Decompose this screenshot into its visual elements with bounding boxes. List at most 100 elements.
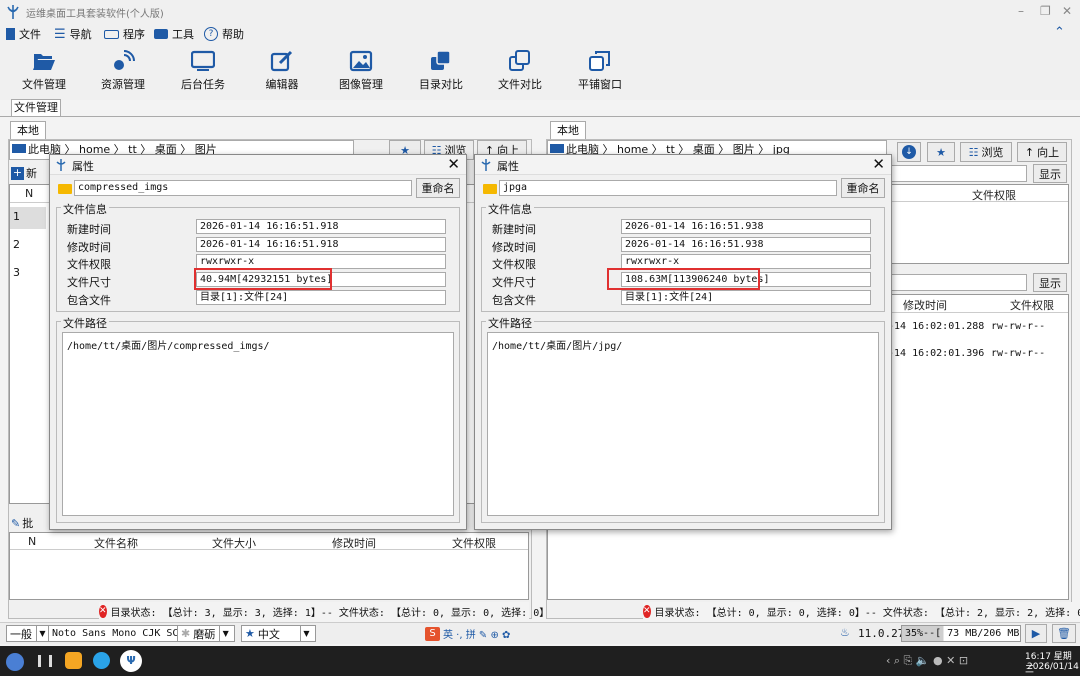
toolbar-file-compare[interactable]: 文件对比 (480, 50, 560, 92)
memory-meter: 35%--[ 73 MB/206 MB ] (901, 625, 1021, 642)
file-perm: rw-rw-r-- (991, 321, 1046, 332)
table-row[interactable]: 2 (10, 235, 46, 257)
list-icon: ☷ (968, 145, 979, 159)
right-show-button-2[interactable]: 显示 (1033, 273, 1067, 292)
right-download-button[interactable]: ↓ (897, 142, 921, 162)
left-file-list[interactable]: N 文件名称 文件大小 修改时间 文件权限 (9, 532, 529, 600)
right-up-button[interactable]: ↑ 向上 (1017, 142, 1067, 162)
right-tab-local[interactable]: 本地 (550, 121, 586, 139)
left-status-bar: ✕ 目录状态: 【总计: 3, 显示: 3, 选择: 1】-- 文件状态: 【总… (99, 602, 549, 620)
collapse-icon[interactable]: ⌃ (1054, 25, 1065, 40)
created-time-field: 2026-01-14 16:16:51.938 (621, 219, 871, 234)
highlight-box (607, 268, 760, 290)
pencil-icon: ✎ (11, 516, 21, 530)
file-info-group: 文件信息 新建时间 2026-01-14 16:16:51.918 修改时间 2… (56, 201, 460, 312)
right-filter-input-2[interactable] (887, 274, 1027, 291)
file-path-group: 文件路径 /home/tt/桌面/图片/jpg/ (481, 315, 885, 523)
col-mtime: 修改时间 (903, 299, 947, 312)
menu-tools[interactable]: 工具 (154, 26, 194, 42)
contains-field: 目录[1]:文件[24] (621, 290, 871, 305)
multitask-icon[interactable] (38, 655, 52, 667)
file-compare-icon (509, 50, 530, 71)
toolbar-resource-manager[interactable]: 资源管理 (83, 50, 163, 92)
app-taskbar-icon[interactable]: Ψ (120, 650, 142, 672)
download-icon: ↓ (902, 145, 916, 159)
toolbar-dir-compare[interactable]: 目录对比 (401, 50, 481, 92)
menu-file[interactable]: 文件 (6, 26, 41, 42)
file-info-group: 文件信息 新建时间 2026-01-14 16:16:51.938 修改时间 2… (481, 201, 885, 312)
toolbar-tile-windows[interactable]: 平铺窗口 (560, 50, 640, 92)
table-row[interactable]: 3 (10, 263, 46, 285)
ime-indicator[interactable]: S英 ·, 拼 ✎ ⊕ ✿ (425, 626, 510, 641)
trash-button[interactable]: 🗑 (1052, 624, 1076, 643)
name-field[interactable]: compressed_imgs (74, 180, 412, 196)
star-icon: ★ (245, 627, 255, 640)
image-icon (349, 50, 373, 72)
file-perm: rw-rw-r-- (991, 348, 1046, 359)
trash-icon: 🗑 (1057, 627, 1071, 640)
play-button[interactable]: ▶ (1025, 624, 1047, 643)
right-show-button[interactable]: 显示 (1033, 164, 1067, 183)
rename-button[interactable]: 重命名 (841, 178, 885, 198)
name-field[interactable]: jpga (499, 180, 837, 196)
table-row[interactable]: 1 (10, 207, 46, 229)
error-icon: ✕ (643, 604, 651, 618)
taskbar: Ψ ‹ ⌕ ⎘ 🔈 ● ✕ ⊡ 16:17 星期三 2026/01/14 (0, 646, 1080, 676)
created-time-field: 2026-01-14 16:16:51.918 (196, 219, 446, 234)
keyboard-icon (104, 29, 119, 39)
left-file-header: N 文件名称 文件大小 修改时间 文件权限 (10, 533, 528, 550)
col-perm: 文件权限 (452, 537, 496, 550)
menu-nav[interactable]: ☰ 导航 (54, 26, 92, 42)
version-label: 11.0.27 (858, 627, 905, 640)
mode-select[interactable]: 一般 ▼ (6, 625, 52, 642)
title-bar: 运维桌面工具套装软件(个人版) – ❐ ✕ (0, 0, 1080, 24)
font-select[interactable]: Noto Sans Mono CJK SC▼ (48, 625, 199, 642)
permission-field: rwxrwxr-x (621, 254, 871, 269)
permission-field: rwxrwxr-x (196, 254, 446, 269)
restore-icon[interactable]: ❐ (1040, 4, 1051, 18)
close-icon[interactable]: ✕ (872, 155, 885, 173)
right-browse-button[interactable]: ☷ 浏览 (960, 142, 1012, 162)
tile-windows-icon (589, 51, 610, 71)
satellite-icon (114, 50, 135, 70)
toolbar-background-tasks[interactable]: 后台任务 (163, 50, 243, 92)
menu-help[interactable]: ? 帮助 (204, 26, 244, 42)
file-mtime: -14 16:02:01.288 (888, 321, 985, 332)
col-perm: 文件权限 (972, 189, 1016, 202)
path-textarea[interactable]: /home/tt/桌面/图片/compressed_imgs/ (62, 332, 454, 516)
right-status-bar: ✕ 目录状态: 【总计: 0, 显示: 0, 选择: 0】-- 文件状态: 【总… (643, 602, 1080, 620)
toolbar-editor[interactable]: 编辑器 (242, 50, 322, 92)
rename-button[interactable]: 重命名 (416, 178, 460, 198)
right-bookmark-button[interactable]: ★ (927, 142, 955, 162)
close-icon[interactable]: ✕ (447, 155, 460, 173)
toolbar: 文件管理 资源管理 后台任务 编辑器 图像管理 目录对比 文件对比 平铺窗口 (0, 44, 1080, 100)
toolbar-image-manager[interactable]: 图像管理 (321, 50, 401, 92)
right-crumb-folder-icon (550, 144, 564, 153)
file-menu-icon (6, 28, 15, 40)
toolbar-file-manager[interactable]: 文件管理 (4, 50, 84, 92)
language-select[interactable]: ★ 中文 ▼ (241, 625, 316, 642)
right-filter-input[interactable] (887, 165, 1027, 182)
left-batch-button[interactable]: ✎ 批 (11, 514, 51, 532)
path-textarea[interactable]: /home/tt/桌面/图片/jpg/ (487, 332, 879, 516)
minimize-icon[interactable]: – (1018, 4, 1024, 18)
browser-taskbar-icon[interactable] (93, 652, 110, 669)
tab-file-manager[interactable]: 文件管理 (11, 99, 61, 116)
dropdown-arrow-icon: ▼ (219, 626, 231, 641)
left-tab-local[interactable]: 本地 (10, 121, 46, 139)
menu-program[interactable]: 程序 (104, 26, 145, 42)
properties-dialog-2: 属性 ✕ jpga 重命名 文件信息 新建时间 2026-01-14 16:16… (474, 154, 892, 530)
col-size: 文件大小 (212, 537, 256, 550)
dir-compare-icon (431, 50, 451, 70)
theme-select[interactable]: ✱ 磨砺 ▼ (177, 625, 236, 642)
file-manager-taskbar-icon[interactable] (65, 652, 82, 669)
left-new-button[interactable]: + 新 (11, 164, 51, 182)
sogou-icon: S (425, 626, 440, 641)
error-icon: ✕ (99, 604, 107, 618)
close-icon[interactable]: ✕ (1062, 4, 1072, 18)
start-menu-icon[interactable] (6, 653, 24, 671)
bottom-bar: 一般▼ Noto Sans Mono CJK SC▼ ✱磨砺▼ ★中文▼ S英 … (0, 622, 1080, 644)
dialog-title-bar: 属性 ✕ (50, 155, 466, 175)
col-n: N (28, 535, 37, 548)
file-path-group: 文件路径 /home/tt/桌面/图片/compressed_imgs/ (56, 315, 460, 523)
